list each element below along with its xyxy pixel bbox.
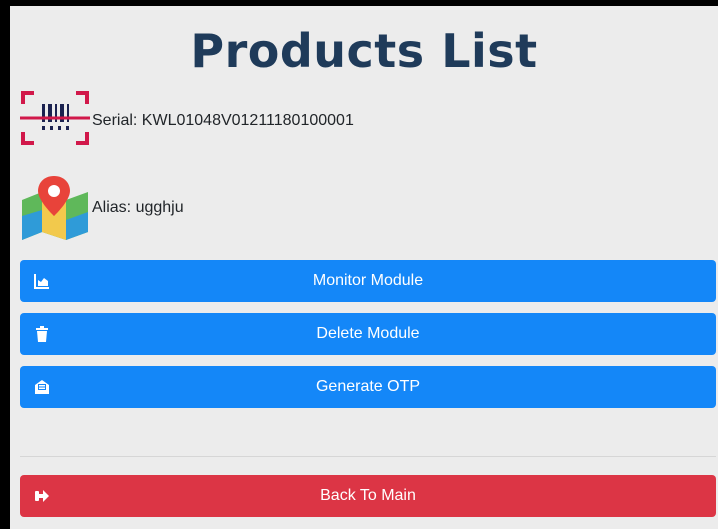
- generate-otp-button[interactable]: Generate OTP: [20, 366, 716, 408]
- back-to-main-button[interactable]: Back To Main: [20, 475, 716, 517]
- monitor-module-label: Monitor Module: [312, 272, 424, 289]
- trash-icon: [34, 326, 50, 342]
- serial-text: Serial: KWL01048V01211180100001: [92, 111, 354, 129]
- monitor-module-button[interactable]: Monitor Module: [20, 260, 716, 302]
- back-to-main-label: Back To Main: [320, 487, 416, 504]
- products-panel: Products List Serial: KWL01048V012111801…: [10, 6, 718, 529]
- delete-module-button[interactable]: Delete Module: [20, 313, 716, 355]
- envelope-open-icon: [34, 379, 50, 395]
- sign-out-icon: [34, 488, 50, 504]
- serial-row: Serial: KWL01048V01211180100001: [20, 90, 354, 151]
- map-pin-icon: [20, 170, 90, 245]
- generate-otp-label: Generate OTP: [315, 378, 421, 395]
- divider: [20, 456, 716, 457]
- area-chart-icon: [34, 273, 50, 289]
- alias-row: Alias: ugghju: [20, 170, 184, 245]
- barcode-scanner-icon: [20, 90, 90, 151]
- alias-text: Alias: ugghju: [92, 198, 184, 216]
- page-title: Products List: [190, 24, 538, 78]
- delete-module-label: Delete Module: [316, 325, 420, 342]
